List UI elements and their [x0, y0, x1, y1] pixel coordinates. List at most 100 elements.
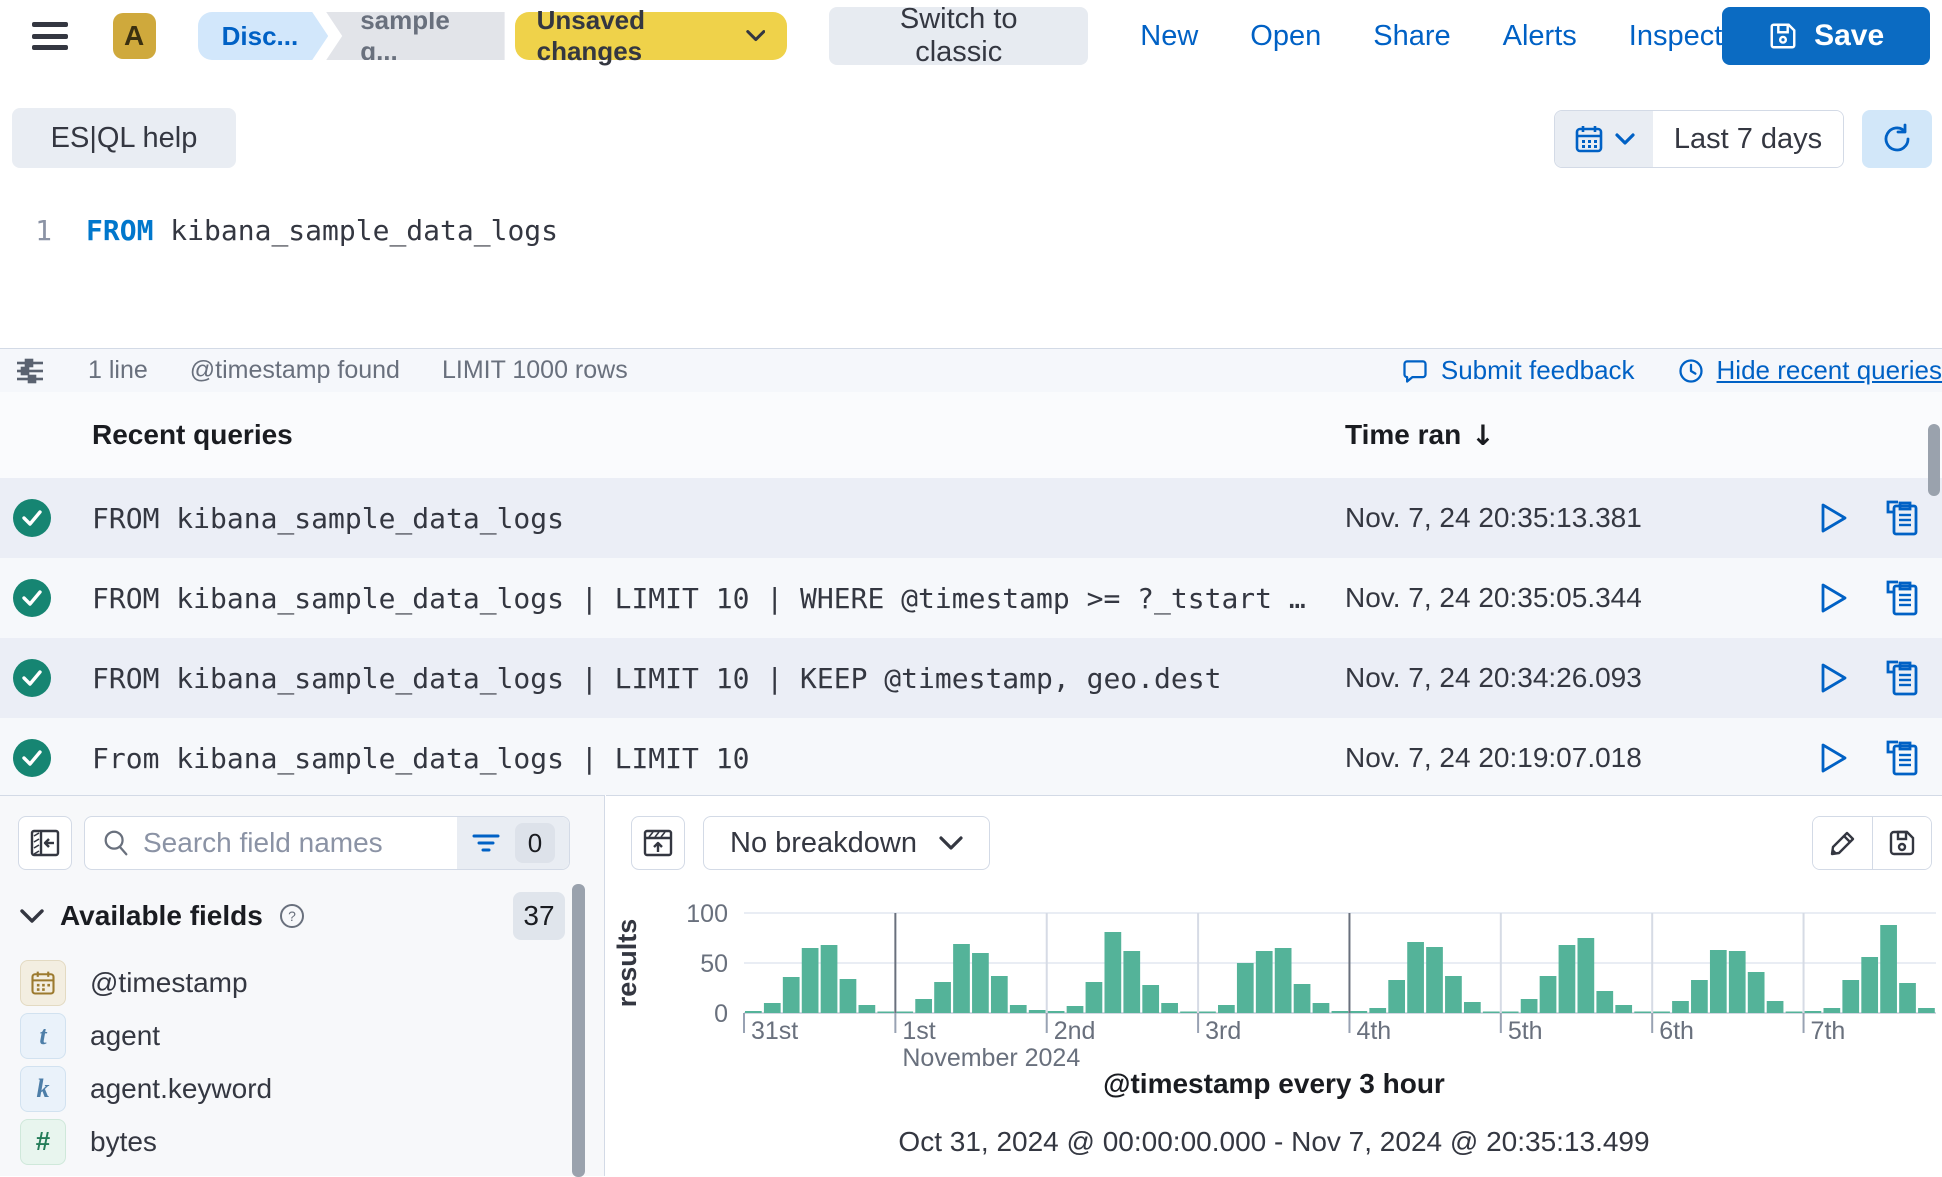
history-clock-icon	[1677, 357, 1705, 385]
fields-sidebar: 0 Available fields ? 37 @timestamp tagent…	[0, 795, 605, 1176]
esql-query-text: FROM kibana_sample_data_logs	[86, 214, 558, 247]
svg-text:100: 100	[686, 900, 728, 928]
chevron-down-icon[interactable]	[20, 909, 44, 924]
field-filter-button[interactable]: 0	[457, 817, 569, 869]
svg-text:results: results	[612, 919, 642, 1008]
recent-query-row[interactable]: FROM kibana_sample_data_logs | LIMIT 10 …	[0, 558, 1942, 638]
question-circle-icon[interactable]: ?	[279, 903, 305, 929]
svg-text:1st: 1st	[902, 1017, 935, 1045]
date-picker: Last 7 days	[1554, 110, 1844, 168]
svg-text:6th: 6th	[1659, 1017, 1694, 1045]
run-query-button[interactable]	[1812, 656, 1856, 700]
copy-query-button[interactable]	[1880, 496, 1924, 540]
top-navigation: A Disc... sample q... Unsaved changes Sw…	[0, 0, 1942, 72]
menu-icon[interactable]	[32, 22, 68, 50]
filter-count-badge: 0	[515, 823, 555, 863]
chart-title: @timestamp every 3 hour	[606, 1068, 1942, 1100]
collapse-fields-panel-button[interactable]	[18, 816, 72, 870]
field-item[interactable]: k agent.keyword	[0, 1062, 570, 1115]
breakdown-select[interactable]: No breakdown	[703, 816, 990, 870]
filter-lines-icon	[471, 831, 501, 855]
nav-link-open[interactable]: Open	[1250, 20, 1321, 53]
chart-action-group	[1812, 816, 1932, 870]
available-fields-title: Available fields	[60, 900, 263, 932]
copy-query-button[interactable]	[1880, 576, 1924, 620]
recent-query-text: From kibana_sample_data_logs | LIMIT 10	[92, 742, 749, 775]
field-item[interactable]: tagent	[0, 1009, 570, 1062]
run-query-button[interactable]	[1812, 496, 1856, 540]
nav-link-inspect[interactable]: Inspect	[1629, 20, 1723, 53]
check-circle-icon	[12, 498, 52, 538]
breadcrumb-saved-query[interactable]: sample q...	[326, 12, 504, 60]
recent-query-text: FROM kibana_sample_data_logs | LIMIT 10 …	[92, 582, 1306, 615]
field-item[interactable]: #bytes	[0, 1115, 570, 1168]
fields-scrollbar[interactable]	[572, 884, 585, 1177]
chevron-down-icon	[1615, 133, 1635, 146]
svg-text:31st: 31st	[751, 1017, 798, 1045]
recent-query-time: Nov. 7, 24 20:35:13.381	[1345, 502, 1642, 534]
circular-arrow-icon	[1881, 123, 1913, 155]
svg-text:50: 50	[700, 950, 728, 978]
nav-link-new[interactable]: New	[1140, 20, 1198, 53]
pencil-icon	[1827, 827, 1859, 859]
recent-queries-scrollbar[interactable]	[1928, 424, 1940, 496]
field-name: @timestamp	[90, 967, 248, 999]
field-type-date-icon	[20, 960, 66, 1006]
check-circle-icon	[12, 578, 52, 618]
check-circle-icon	[12, 738, 52, 778]
avatar[interactable]: A	[113, 13, 156, 59]
histogram-panel: No breakdown 05010031st1stNovember 20242…	[606, 795, 1942, 1176]
svg-text:3rd: 3rd	[1205, 1017, 1241, 1045]
save-label: Save	[1814, 19, 1884, 53]
save-visualization-button[interactable]	[1872, 817, 1931, 869]
run-query-button[interactable]	[1812, 736, 1856, 780]
unsaved-changes-badge[interactable]: Unsaved changes	[515, 12, 788, 60]
field-name: agent	[90, 1020, 160, 1052]
editor-footer: 1 line @timestamp found LIMIT 1000 rows …	[0, 348, 1942, 392]
calendar-icon	[1573, 123, 1605, 155]
nav-link-alerts[interactable]: Alerts	[1503, 20, 1577, 53]
field-name: agent.keyword	[90, 1073, 272, 1105]
copy-query-button[interactable]	[1880, 656, 1924, 700]
recent-query-row[interactable]: FROM kibana_sample_data_logsNov. 7, 24 2…	[0, 478, 1942, 558]
run-query-button[interactable]	[1812, 576, 1856, 620]
svg-text:0: 0	[714, 1000, 728, 1028]
field-type-keyword-icon: k	[20, 1066, 66, 1112]
svg-text:2nd: 2nd	[1054, 1017, 1096, 1045]
esql-editor-line[interactable]: 1 FROM kibana_sample_data_logs	[0, 208, 558, 252]
field-type-number-icon: #	[20, 1119, 66, 1165]
esql-help-button[interactable]: ES|QL help	[12, 108, 236, 168]
time-ran-column-header[interactable]: Time ran ↓	[1345, 419, 1495, 452]
hide-chart-button[interactable]	[631, 816, 685, 870]
sort-descending-icon: ↓	[1471, 419, 1494, 452]
recent-query-time: Nov. 7, 24 20:19:07.018	[1345, 742, 1642, 774]
magnifier-icon	[101, 828, 131, 858]
field-item[interactable]: @timestamp	[0, 956, 570, 1009]
available-fields-count-badge: 37	[513, 892, 565, 940]
switch-to-classic-button[interactable]: Switch to classic	[829, 7, 1088, 65]
edit-visualization-button[interactable]	[1813, 817, 1872, 869]
hide-chart-icon	[641, 826, 675, 860]
time-range-button[interactable]: Last 7 days	[1653, 111, 1843, 167]
recent-query-row[interactable]: FROM kibana_sample_data_logs | LIMIT 10 …	[0, 638, 1942, 718]
line-number: 1	[0, 214, 52, 247]
hide-recent-queries-link[interactable]: Hide recent queries	[1677, 355, 1942, 386]
copy-query-button[interactable]	[1880, 736, 1924, 780]
limit-status: LIMIT 1000 rows	[442, 356, 628, 385]
submit-feedback-link[interactable]: Submit feedback	[1401, 355, 1635, 386]
nav-link-share[interactable]: Share	[1373, 20, 1450, 53]
recent-query-row[interactable]: From kibana_sample_data_logs | LIMIT 10 N…	[0, 718, 1942, 795]
line-count: 1 line	[88, 356, 148, 385]
recent-queries-section: Recent queries Time ran ↓ FROM kibana_sa…	[0, 392, 1942, 795]
timestamp-histogram-chart[interactable]: 05010031st1stNovember 20242nd3rd4th5th6t…	[606, 886, 1942, 1068]
refresh-button[interactable]	[1862, 110, 1932, 168]
search-field-names-input[interactable]	[143, 827, 457, 859]
svg-text:4th: 4th	[1356, 1017, 1391, 1045]
breadcrumb-discover[interactable]: Disc...	[198, 12, 329, 60]
recent-query-time: Nov. 7, 24 20:34:26.093	[1345, 662, 1642, 694]
sliders-icon[interactable]	[14, 355, 46, 387]
date-picker-calendar-button[interactable]	[1555, 111, 1653, 167]
field-search: 0	[84, 816, 570, 870]
save-button[interactable]: Save	[1722, 7, 1930, 65]
svg-text:?: ?	[288, 908, 296, 924]
